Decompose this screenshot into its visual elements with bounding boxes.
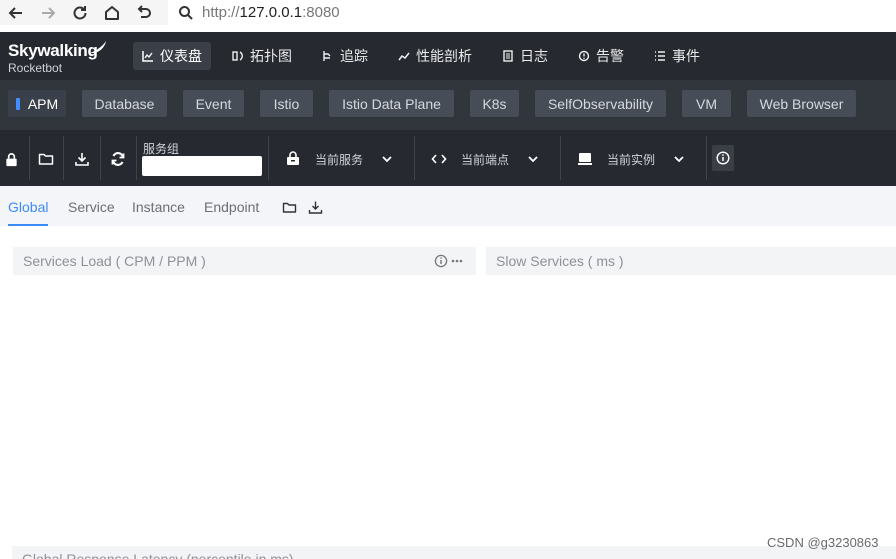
code-icon — [431, 151, 447, 167]
divider — [100, 136, 101, 180]
tab-service[interactable]: Service — [68, 199, 115, 215]
chevron-down-icon — [381, 153, 393, 165]
layer-tab-event[interactable]: Event — [183, 90, 244, 117]
export-button[interactable] — [308, 200, 323, 215]
active-indicator — [15, 97, 20, 110]
monitor-icon — [577, 151, 593, 167]
service-group-label: 服务组 — [143, 142, 180, 156]
browser-toolbar: http://127.0.0.1:8080 — [0, 0, 896, 25]
lock-icon — [5, 152, 17, 166]
alarm-icon — [578, 50, 590, 62]
download-button[interactable] — [73, 150, 91, 168]
logo-wing-icon — [90, 41, 106, 53]
layer-tab-istio-data-plane[interactable]: Istio Data Plane — [329, 90, 454, 117]
service-group-input[interactable] — [142, 156, 262, 176]
event-icon — [654, 50, 666, 62]
log-icon — [502, 50, 514, 62]
chevron-down-icon — [673, 153, 685, 165]
panel-title: Slow Services ( ms ) — [496, 253, 624, 269]
tab-global[interactable]: Global — [8, 199, 48, 215]
layer-tab-k8s[interactable]: K8s — [470, 90, 519, 117]
menu-event[interactable]: 事件 — [645, 42, 709, 70]
chart-icon — [142, 50, 154, 62]
reload-icon — [73, 5, 87, 19]
menu-trace[interactable]: 追踪 — [313, 42, 377, 70]
layer-tabs: APM Database Event Istio Istio Data Plan… — [0, 80, 896, 130]
panel-actions — [434, 254, 464, 271]
refresh-button[interactable] — [109, 150, 127, 168]
undo-button[interactable] — [128, 0, 160, 25]
topology-icon — [232, 50, 244, 62]
lock-button[interactable] — [2, 150, 20, 168]
divider — [706, 136, 707, 180]
logo-subtitle: Rocketbot — [8, 61, 63, 75]
divider — [560, 136, 561, 180]
dashboard-toolbar: 服务组 当前服务 当前端点 当前实例 — [0, 130, 896, 186]
info-button[interactable] — [712, 145, 734, 171]
home-icon — [105, 5, 119, 20]
divider — [136, 136, 137, 180]
divider — [414, 136, 415, 180]
download-icon — [75, 153, 89, 166]
current-service-select[interactable]: 当前服务 — [285, 148, 393, 170]
app-header: Skywalking Rocketbot 仪表盘 拓扑图 追踪 性能剖析 日志 … — [0, 32, 896, 80]
folder-icon — [38, 153, 54, 165]
info-icon[interactable] — [434, 254, 448, 271]
tab-endpoint[interactable]: Endpoint — [204, 199, 259, 215]
dashboard-tabs: Global Service Instance Endpoint — [0, 186, 896, 226]
layer-tab-web-browser[interactable]: Web Browser — [747, 90, 856, 117]
download-icon — [308, 201, 323, 214]
trace-icon — [322, 50, 334, 62]
forward-button[interactable] — [32, 0, 64, 25]
arrow-right-icon — [42, 6, 56, 19]
more-icon[interactable] — [450, 254, 464, 271]
menu-log[interactable]: 日志 — [493, 42, 557, 70]
current-endpoint-select[interactable]: 当前端点 — [431, 148, 539, 170]
undo-icon — [137, 4, 151, 18]
layer-tab-istio[interactable]: Istio — [260, 90, 313, 117]
arrow-left-icon — [8, 6, 22, 19]
folder-icon — [282, 202, 297, 213]
reload-button[interactable] — [64, 0, 96, 25]
services-load-panel-header: Services Load ( CPM / PPM ) — [13, 247, 476, 275]
main-menu: 仪表盘 拓扑图 追踪 性能剖析 日志 告警 事件 — [133, 42, 721, 70]
back-button[interactable] — [0, 0, 32, 25]
logo: Skywalking Rocketbot — [8, 41, 106, 75]
menu-profile[interactable]: 性能剖析 — [389, 42, 481, 70]
slow-services-panel-header: Slow Services ( ms ) — [486, 247, 896, 275]
home-button[interactable] — [96, 0, 128, 25]
divider — [63, 136, 64, 180]
dashboard-content — [0, 226, 896, 559]
watermark: CSDN @g3230863 — [767, 535, 879, 550]
open-folder-button[interactable] — [37, 150, 55, 168]
global-latency-panel-header: Global Response Latency (percentile in m… — [12, 546, 896, 559]
chevron-down-icon — [527, 153, 539, 165]
search-icon — [179, 5, 193, 20]
info-icon — [716, 151, 730, 165]
divider — [268, 136, 269, 180]
menu-topology[interactable]: 拓扑图 — [223, 42, 301, 70]
address-bar[interactable]: http://127.0.0.1:8080 — [168, 0, 896, 25]
current-instance-select[interactable]: 当前实例 — [577, 148, 685, 170]
refresh-icon — [111, 152, 125, 166]
tab-instance[interactable]: Instance — [132, 199, 185, 215]
menu-alarm[interactable]: 告警 — [569, 42, 633, 70]
layer-tab-selfobservability[interactable]: SelfObservability — [535, 90, 666, 117]
panel-title: Global Response Latency (percentile in m… — [22, 551, 294, 559]
package-icon — [285, 151, 301, 167]
panel-title: Services Load ( CPM / PPM ) — [23, 253, 206, 269]
layer-tab-apm[interactable]: APM — [8, 90, 66, 117]
import-folder-button[interactable] — [282, 200, 297, 215]
layer-tab-database[interactable]: Database — [82, 90, 167, 117]
menu-dashboard[interactable]: 仪表盘 — [133, 42, 211, 70]
profile-icon — [398, 50, 410, 62]
divider — [29, 136, 30, 180]
logo-title: Skywalking — [8, 41, 98, 60]
layer-tab-vm[interactable]: VM — [682, 90, 731, 117]
url-text: http://127.0.0.1:8080 — [202, 4, 340, 21]
